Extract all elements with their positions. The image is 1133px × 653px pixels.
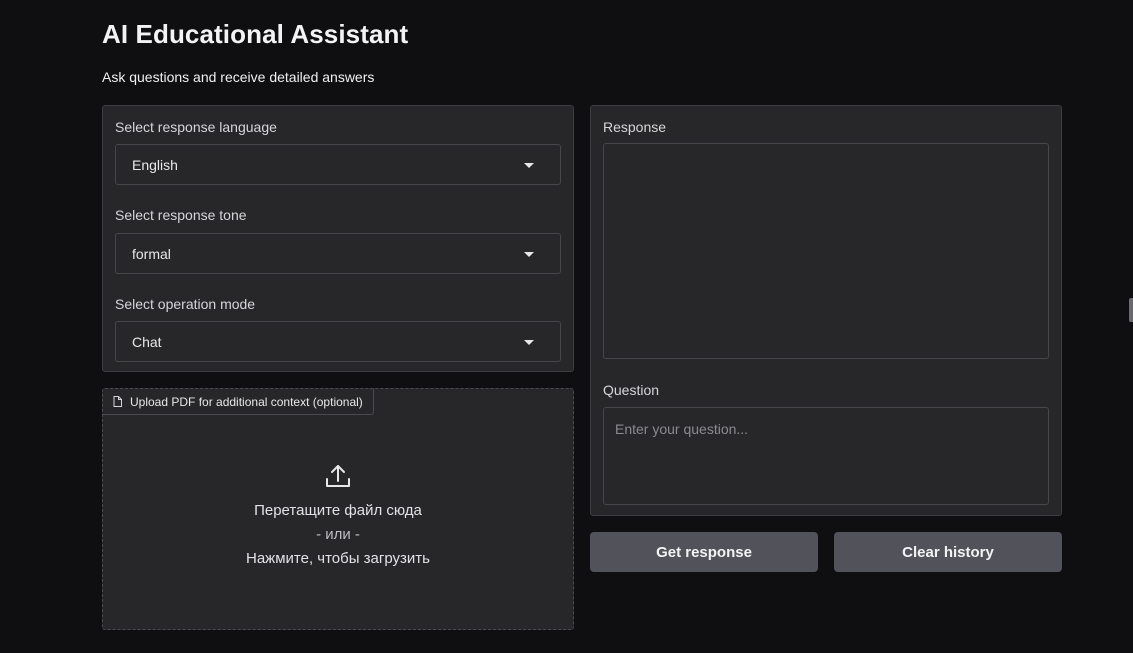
tone-select[interactable]: formal xyxy=(115,233,561,274)
question-label: Question xyxy=(603,382,660,398)
language-select[interactable]: English xyxy=(115,144,561,185)
tone-label: Select response tone xyxy=(115,207,247,223)
tone-select-value: formal xyxy=(132,246,171,262)
upload-badge-label: Upload PDF for additional context (optio… xyxy=(130,394,363,409)
get-response-button[interactable]: Get response xyxy=(590,532,818,572)
upload-badge: Upload PDF for additional context (optio… xyxy=(103,389,374,415)
file-icon xyxy=(113,396,122,407)
page-subtitle: Ask questions and receive detailed answe… xyxy=(102,69,375,85)
chevron-down-icon xyxy=(524,163,534,168)
upload-icon xyxy=(326,465,350,487)
response-label: Response xyxy=(603,119,667,135)
pdf-upload-dropzone[interactable]: Upload PDF for additional context (optio… xyxy=(102,388,574,630)
scrollbar-handle[interactable] xyxy=(1129,298,1133,322)
chevron-down-icon xyxy=(524,340,534,345)
page-title: AI Educational Assistant xyxy=(102,19,409,49)
language-label: Select response language xyxy=(115,119,277,135)
clear-history-button[interactable]: Clear history xyxy=(834,532,1062,572)
or-text: - или - xyxy=(316,526,360,543)
drop-text: Перетащите файл сюда xyxy=(254,502,422,519)
language-select-value: English xyxy=(132,157,178,173)
chevron-down-icon xyxy=(524,252,534,257)
question-input[interactable] xyxy=(603,407,1049,505)
response-output[interactable] xyxy=(603,143,1049,359)
settings-panel: Select response language English Select … xyxy=(102,105,574,372)
click-to-upload-text: Нажмите, чтобы загрузить xyxy=(246,550,430,567)
mode-select[interactable]: Chat xyxy=(115,321,561,362)
mode-label: Select operation mode xyxy=(115,296,256,312)
response-panel: Response Question xyxy=(590,105,1062,516)
mode-select-value: Chat xyxy=(132,334,162,350)
